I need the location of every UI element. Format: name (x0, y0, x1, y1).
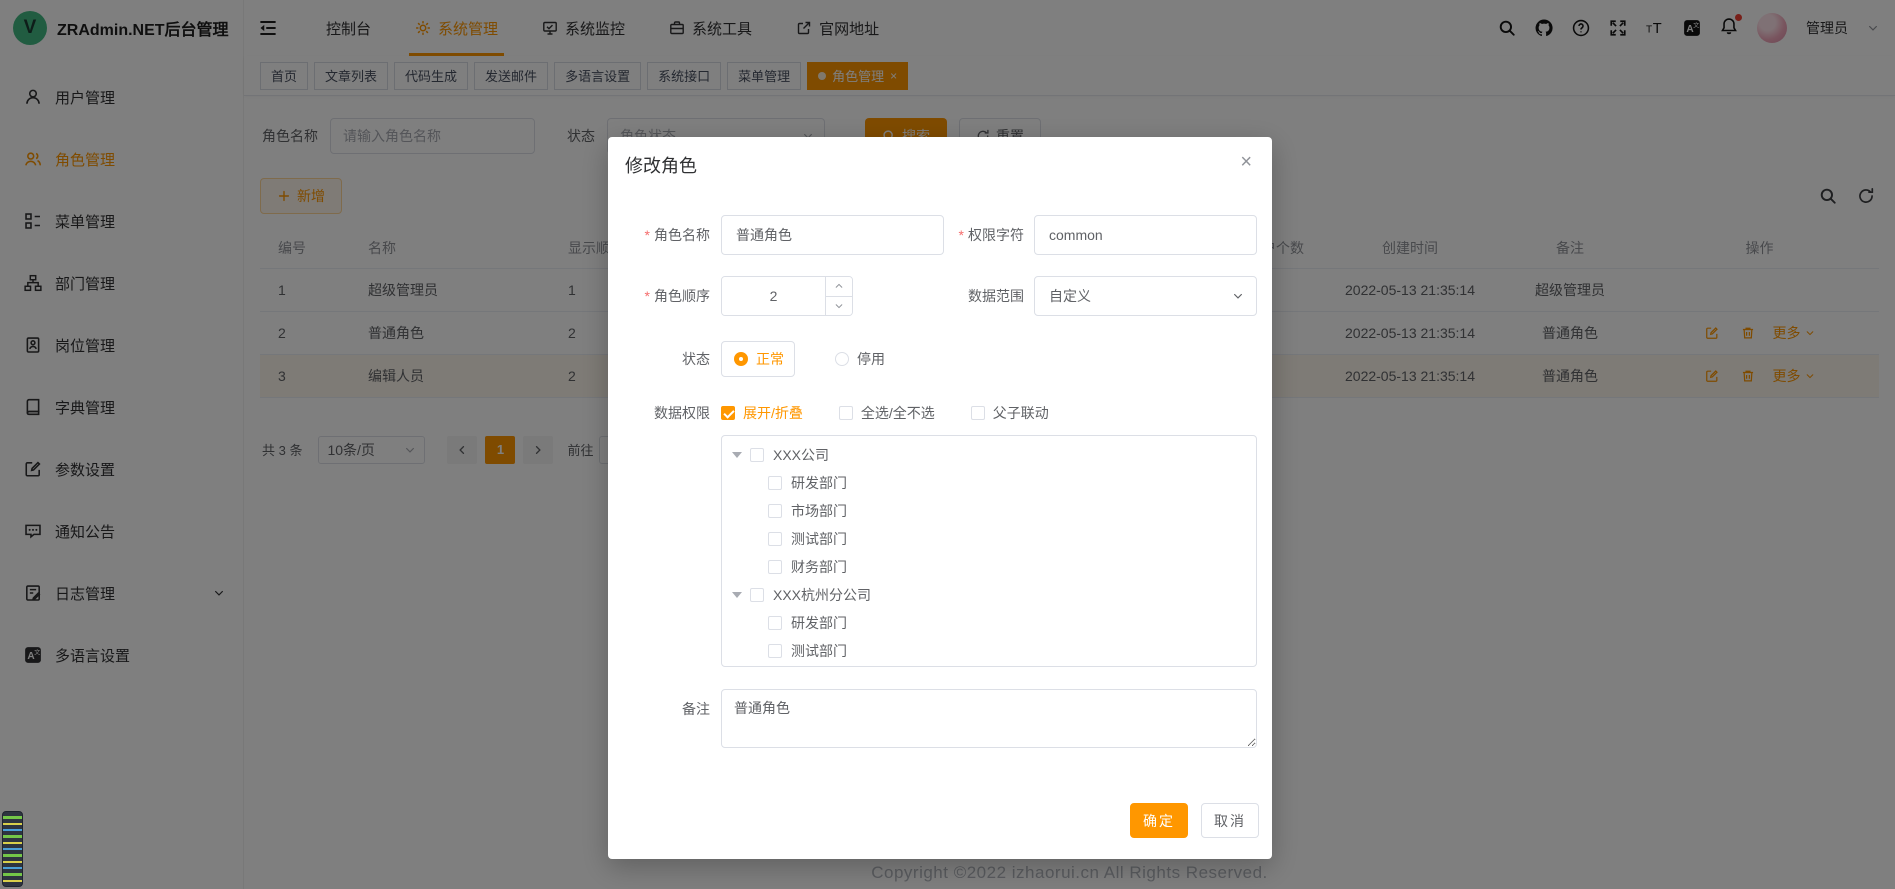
tree-node-parent[interactable]: XXX杭州分公司 (722, 581, 1256, 609)
role-sort-input[interactable] (722, 277, 825, 315)
data-perm-options: 展开/折叠 全选/全不选 父子联动 (721, 403, 1049, 423)
dialog-header: 修改角色 × (608, 137, 1272, 178)
checkbox-label: 父子联动 (993, 403, 1049, 423)
required-asterisk: * (959, 227, 964, 243)
cancel-button[interactable]: 取消 (1201, 803, 1259, 838)
radio-label: 正常 (756, 349, 784, 369)
status-field-label: 状态 (608, 349, 710, 369)
checkbox (971, 406, 985, 420)
checkbox[interactable] (768, 532, 782, 546)
radio-label: 停用 (857, 349, 885, 369)
chevron-up-icon (834, 281, 844, 291)
perm-checkbox[interactable]: 全选/全不选 (839, 403, 935, 423)
role-key-field-label: *权限字符 (944, 225, 1024, 245)
checkbox[interactable] (768, 644, 782, 658)
dialog-role-key-input[interactable] (1034, 215, 1257, 255)
role-name-field-label: *角色名称 (608, 225, 710, 245)
tree-node-label: 测试部门 (791, 641, 847, 661)
tree-node-label: 研发部门 (791, 613, 847, 633)
stepper-down-icon[interactable] (826, 297, 852, 316)
radio-dot (835, 352, 849, 366)
tree-node-label: 研发部门 (791, 473, 847, 493)
edit-role-dialog: 修改角色 × *角色名称 *权限字符 *角色顺序 数据范围 自定义 (608, 137, 1272, 859)
checkbox (721, 406, 735, 420)
tree-node-label: XXX杭州分公司 (773, 585, 871, 605)
required-asterisk: * (645, 227, 650, 243)
tree-node-label: 测试部门 (791, 529, 847, 549)
status-radio-group: 正常 停用 (721, 341, 885, 377)
checkbox (839, 406, 853, 420)
stepper-buttons (825, 277, 852, 315)
checkbox[interactable] (768, 560, 782, 574)
tree-node-label: 市场部门 (791, 501, 847, 521)
checkbox-label: 全选/全不选 (861, 403, 935, 423)
radio-dot (734, 352, 748, 366)
caret-down-icon[interactable] (732, 452, 742, 458)
checkbox-label: 展开/折叠 (743, 403, 803, 423)
tree-node-child[interactable]: 市场部门 (722, 497, 1256, 525)
floating-widget[interactable] (2, 811, 23, 887)
data-scope-value: 自定义 (1049, 286, 1091, 306)
dialog-footer: 确定 取消 (1130, 803, 1259, 838)
confirm-button[interactable]: 确定 (1130, 803, 1188, 838)
tree-node-child[interactable]: 测试部门 (722, 637, 1256, 665)
caret-down-icon[interactable] (732, 592, 742, 598)
chevron-down-icon (834, 301, 844, 311)
tree-node-parent[interactable]: XXX公司 (722, 441, 1256, 469)
checkbox[interactable] (750, 588, 764, 602)
checkbox[interactable] (768, 476, 782, 490)
role-sort-field-label: *角色顺序 (608, 286, 710, 306)
perm-checkbox[interactable]: 展开/折叠 (721, 403, 803, 423)
tree-node-child[interactable]: 研发部门 (722, 609, 1256, 637)
dialog-role-name-input[interactable] (721, 215, 944, 255)
tree-node-label: XXX公司 (773, 445, 829, 465)
checkbox[interactable] (768, 504, 782, 518)
data-scope-field-label: 数据范围 (944, 286, 1024, 306)
tree-node-child[interactable]: 财务部门 (722, 553, 1256, 581)
tree-node-child[interactable]: 研发部门 (722, 469, 1256, 497)
status-radio[interactable]: 正常 (721, 341, 795, 377)
department-tree: XXX公司研发部门市场部门测试部门财务部门XXX杭州分公司研发部门测试部门 (721, 435, 1257, 667)
data-scope-select[interactable]: 自定义 (1034, 276, 1257, 316)
remark-textarea[interactable]: 普通角色 (721, 689, 1257, 748)
tree-node-label: 财务部门 (791, 557, 847, 577)
checkbox[interactable] (768, 616, 782, 630)
remark-field-label: 备注 (608, 689, 710, 719)
role-sort-stepper (721, 276, 853, 316)
data-perm-field-label: 数据权限 (608, 403, 710, 423)
chevron-down-icon (1232, 290, 1244, 302)
close-icon[interactable]: × (1240, 152, 1252, 178)
checkbox[interactable] (750, 448, 764, 462)
perm-checkbox[interactable]: 父子联动 (971, 403, 1049, 423)
stepper-up-icon[interactable] (826, 277, 852, 297)
required-asterisk: * (645, 288, 650, 304)
status-radio[interactable]: 停用 (835, 341, 885, 377)
dialog-body: *角色名称 *权限字符 *角色顺序 数据范围 自定义 状态 正常 停用 (608, 178, 1272, 748)
tree-node-child[interactable]: 测试部门 (722, 525, 1256, 553)
dialog-title: 修改角色 (625, 152, 697, 178)
